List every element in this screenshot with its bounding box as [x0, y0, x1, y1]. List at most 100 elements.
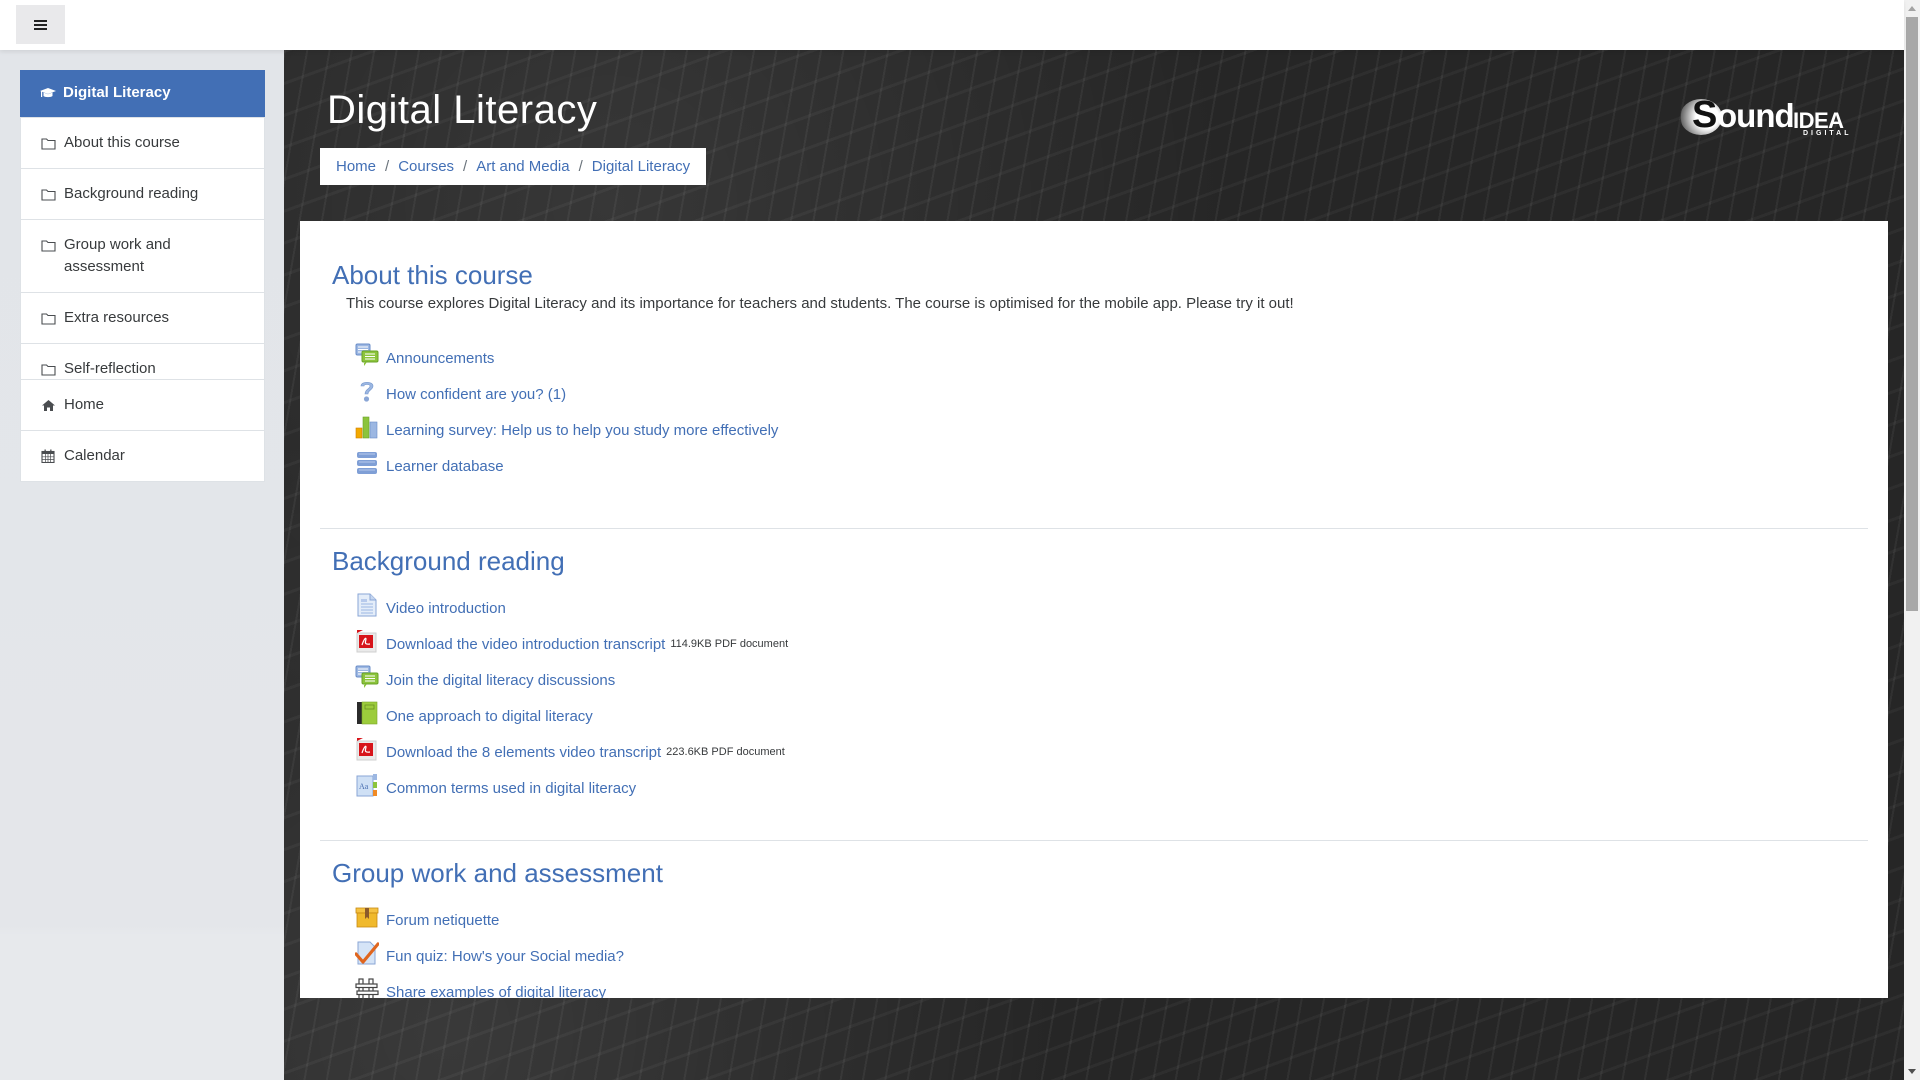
- sidebar-item-background-reading[interactable]: Background reading: [21, 168, 264, 219]
- package-icon: [355, 905, 379, 929]
- hamburger-menu-icon: [34, 19, 47, 30]
- section-background-reading: Background reading Video introduction Do…: [320, 545, 1868, 806]
- section-group-work: Group work and assessment Forum netiquet…: [320, 857, 1868, 998]
- section-divider: [320, 528, 1868, 529]
- toggle-drawer-button[interactable]: [16, 5, 65, 44]
- workshop-icon: [355, 977, 379, 998]
- activity-item[interactable]: Learning survey: Help us to help you stu…: [355, 412, 1868, 448]
- sidebar-item-calendar[interactable]: Calendar: [21, 430, 264, 481]
- activity-item[interactable]: Forum netiquette: [355, 902, 1868, 938]
- activity-link[interactable]: Learner database: [386, 458, 504, 475]
- breadcrumb-separator: /: [578, 158, 583, 175]
- nav-drawer: Digital Literacy About this course Backg…: [0, 50, 284, 1080]
- file-details: 223.6KB PDF document: [666, 746, 785, 758]
- course-content: About this course This course explores D…: [300, 221, 1888, 998]
- activity-link[interactable]: Download the 8 elements video transcript: [386, 744, 661, 761]
- section-summary: This course explores Digital Literacy an…: [346, 295, 1294, 312]
- breadcrumb-courses[interactable]: Courses: [398, 158, 454, 175]
- activity-item[interactable]: Aa Common terms used in digital literacy: [355, 770, 1868, 806]
- section-title[interactable]: Group work and assessment: [332, 857, 1868, 889]
- survey-chart-icon: [355, 415, 379, 439]
- sidebar-item-group-work[interactable]: Group work and assessment: [21, 219, 264, 292]
- section-title[interactable]: About this course: [332, 259, 1868, 291]
- activity-link[interactable]: Common terms used in digital literacy: [386, 780, 636, 797]
- activity-link[interactable]: Learning survey: Help us to help you stu…: [386, 422, 778, 439]
- activity-list: Forum netiquette Fun quiz: How's your So…: [354, 902, 1868, 998]
- activity-item[interactable]: Download the video introduction transcri…: [355, 626, 1868, 662]
- section-about: About this course This course explores D…: [320, 259, 1868, 484]
- sidebar-item-label: Self-reflection: [64, 360, 156, 377]
- activity-item[interactable]: Announcements: [355, 340, 1868, 376]
- activity-link[interactable]: One approach to digital literacy: [386, 708, 593, 725]
- top-navbar: [0, 0, 1904, 50]
- sidebar-item-label: Background reading: [64, 185, 199, 202]
- page-scrollbar[interactable]: [1904, 0, 1920, 1080]
- site-logo: S ound IDEA DIGITAL: [1680, 94, 1856, 137]
- book-icon: [355, 701, 379, 725]
- activity-link[interactable]: Fun quiz: How's your Social media?: [386, 948, 624, 965]
- database-icon: [355, 451, 379, 475]
- sidebar-item-label: Group work and assessment: [64, 236, 171, 275]
- sidebar-item-label: Home: [64, 396, 105, 413]
- breadcrumb-category[interactable]: Art and Media: [476, 158, 569, 175]
- sidebar-item-about-this-course[interactable]: About this course: [21, 117, 264, 168]
- section-divider: [320, 840, 1868, 841]
- site-nav: Home Calendar: [20, 379, 265, 482]
- quiz-icon: [354, 941, 380, 965]
- activity-item[interactable]: How confident are you? (1): [355, 376, 1868, 412]
- folder-icon: [41, 307, 59, 329]
- activity-item[interactable]: Fun quiz: How's your Social media?: [354, 938, 1868, 974]
- activity-item[interactable]: Video introduction: [355, 590, 1868, 626]
- sidebar-item-extra-resources[interactable]: Extra resources: [21, 292, 264, 343]
- svg-text:Aa: Aa: [359, 782, 369, 791]
- activity-item[interactable]: One approach to digital literacy: [355, 698, 1868, 734]
- glossary-icon: Aa: [355, 773, 379, 797]
- breadcrumb: Home / Courses / Art and Media / Digital…: [320, 148, 707, 185]
- forum-icon: [355, 343, 379, 367]
- question-icon: [355, 379, 379, 403]
- section-title[interactable]: Background reading: [332, 545, 1868, 577]
- sidebar-item-label: About this course: [64, 134, 180, 151]
- breadcrumb-home[interactable]: Home: [336, 158, 376, 175]
- folder-icon: [41, 183, 59, 205]
- sidebar-item-label: Digital Literacy: [63, 84, 171, 101]
- activity-link[interactable]: How confident are you? (1): [386, 386, 566, 403]
- breadcrumb-course[interactable]: Digital Literacy: [592, 158, 690, 175]
- activity-item[interactable]: Download the 8 elements video transcript…: [355, 734, 1868, 770]
- folder-icon: [41, 234, 59, 256]
- activity-link[interactable]: Join the digital literacy discussions: [386, 672, 615, 689]
- sidebar-item-course[interactable]: Digital Literacy: [20, 70, 265, 117]
- forum-icon: [355, 665, 379, 689]
- scroll-up-arrow-icon[interactable]: [1904, 0, 1920, 17]
- folder-icon: [41, 132, 59, 154]
- pdf-icon: [355, 737, 379, 761]
- page-title: Digital Literacy: [327, 88, 598, 132]
- pdf-icon: [355, 629, 379, 653]
- activity-link[interactable]: Download the video introduction transcri…: [386, 636, 665, 653]
- course-nav: Digital Literacy About this course Backg…: [20, 70, 265, 395]
- scrollbar-thumb[interactable]: [1906, 17, 1918, 611]
- activity-list: Announcements How confident are you? (1)…: [355, 340, 1868, 484]
- sidebar-item-label: Calendar: [64, 447, 125, 464]
- activity-link[interactable]: Video introduction: [386, 600, 506, 617]
- logo-s: S: [1692, 94, 1718, 136]
- activity-link[interactable]: Announcements: [386, 350, 494, 367]
- activity-list: Video introduction Download the video in…: [355, 590, 1868, 806]
- activity-item[interactable]: Learner database: [355, 448, 1868, 484]
- page-icon: [355, 593, 379, 617]
- activity-item[interactable]: Share examples of digital literacy: [355, 974, 1868, 998]
- activity-item[interactable]: Join the digital literacy discussions: [355, 662, 1868, 698]
- sidebar-item-label: Extra resources: [64, 309, 170, 326]
- file-details: 114.9KB PDF document: [670, 638, 789, 650]
- sidebar-item-home[interactable]: Home: [21, 380, 264, 430]
- scroll-down-arrow-icon[interactable]: [1904, 1063, 1920, 1080]
- home-icon: [41, 394, 59, 416]
- breadcrumb-separator: /: [463, 158, 468, 175]
- calendar-icon: [41, 445, 59, 467]
- activity-link[interactable]: Forum netiquette: [386, 912, 499, 929]
- breadcrumb-separator: /: [385, 158, 390, 175]
- activity-link[interactable]: Share examples of digital literacy: [386, 984, 606, 999]
- folder-icon: [41, 358, 59, 380]
- logo-sub: DIGITAL: [1803, 130, 1852, 137]
- logo-word: ound: [1717, 97, 1795, 134]
